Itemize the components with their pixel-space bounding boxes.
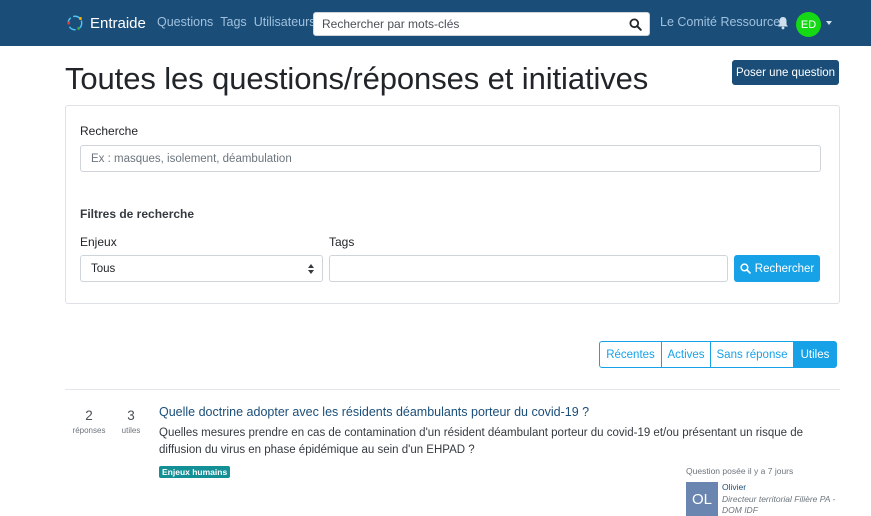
tags-label: Tags bbox=[329, 235, 355, 249]
chevron-down-icon[interactable] bbox=[826, 21, 832, 25]
keyword-search-input[interactable] bbox=[80, 145, 821, 172]
entraide-logo-icon bbox=[67, 15, 83, 31]
tab-sans-reponse[interactable]: Sans réponse bbox=[710, 341, 794, 368]
sort-tabs: Récentes Actives Sans réponse Utiles bbox=[599, 341, 837, 368]
tags-input[interactable] bbox=[329, 255, 728, 282]
ask-question-button[interactable]: Poser une question bbox=[732, 60, 839, 85]
enjeux-label: Enjeux bbox=[80, 235, 117, 249]
top-navbar: Entraide Questions Tags Utilisateurs Le … bbox=[0, 0, 871, 46]
answers-label: réponses bbox=[72, 426, 106, 435]
author-role: Directeur territorial Filière PA - DOM I… bbox=[722, 494, 836, 515]
author-name-link[interactable]: Olivier bbox=[722, 482, 746, 492]
tab-actives[interactable]: Actives bbox=[661, 341, 711, 368]
nav-link-tags[interactable]: Tags bbox=[220, 15, 246, 29]
nav-links: Questions Tags Utilisateurs bbox=[157, 15, 316, 29]
tab-recentes[interactable]: Récentes bbox=[599, 341, 662, 368]
page-title: Toutes les questions/réponses et initiat… bbox=[65, 61, 649, 96]
question-excerpt: Quelles mesures prendre en cas de contam… bbox=[159, 427, 804, 456]
search-label: Recherche bbox=[80, 124, 139, 138]
nav-link-users[interactable]: Utilisateurs bbox=[254, 15, 316, 29]
useful-stat: 3 utiles bbox=[114, 408, 148, 435]
navbar-search-input[interactable] bbox=[314, 13, 622, 35]
filters-title: Filtres de recherche bbox=[80, 207, 195, 221]
navbar-search-button[interactable] bbox=[621, 13, 649, 35]
question-tag[interactable]: Enjeux humains bbox=[159, 466, 231, 478]
search-submit-button[interactable]: Rechercher bbox=[734, 255, 820, 282]
enjeux-select[interactable]: Tous bbox=[80, 255, 323, 282]
navbar-search bbox=[313, 12, 650, 36]
select-arrows-icon bbox=[308, 264, 314, 274]
brand-link[interactable]: Entraide bbox=[66, 12, 146, 34]
author-avatar: OL bbox=[686, 482, 718, 516]
tab-utiles[interactable]: Utiles bbox=[793, 341, 837, 368]
answers-stat: 2 réponses bbox=[72, 408, 106, 435]
search-submit-label: Rechercher bbox=[754, 262, 815, 275]
search-icon bbox=[628, 17, 642, 31]
useful-count: 3 bbox=[127, 408, 135, 423]
list-divider bbox=[65, 389, 840, 390]
organization-link[interactable]: Le Comité Ressources bbox=[660, 15, 786, 29]
search-card: Recherche Filtres de recherche Enjeux Ta… bbox=[65, 105, 840, 304]
user-avatar[interactable]: ED bbox=[796, 12, 821, 37]
useful-label: utiles bbox=[121, 426, 141, 435]
question-title-link[interactable]: Quelle doctrine adopter avec les résiden… bbox=[159, 405, 589, 419]
bell-icon[interactable] bbox=[777, 16, 789, 30]
answers-count: 2 bbox=[85, 408, 93, 423]
nav-link-questions[interactable]: Questions bbox=[157, 15, 213, 29]
question-asked-time: Question posée il y a 7 jours bbox=[686, 466, 794, 476]
search-icon bbox=[740, 263, 751, 274]
brand-name: Entraide bbox=[90, 14, 146, 32]
enjeux-selected-value: Tous bbox=[91, 262, 116, 275]
